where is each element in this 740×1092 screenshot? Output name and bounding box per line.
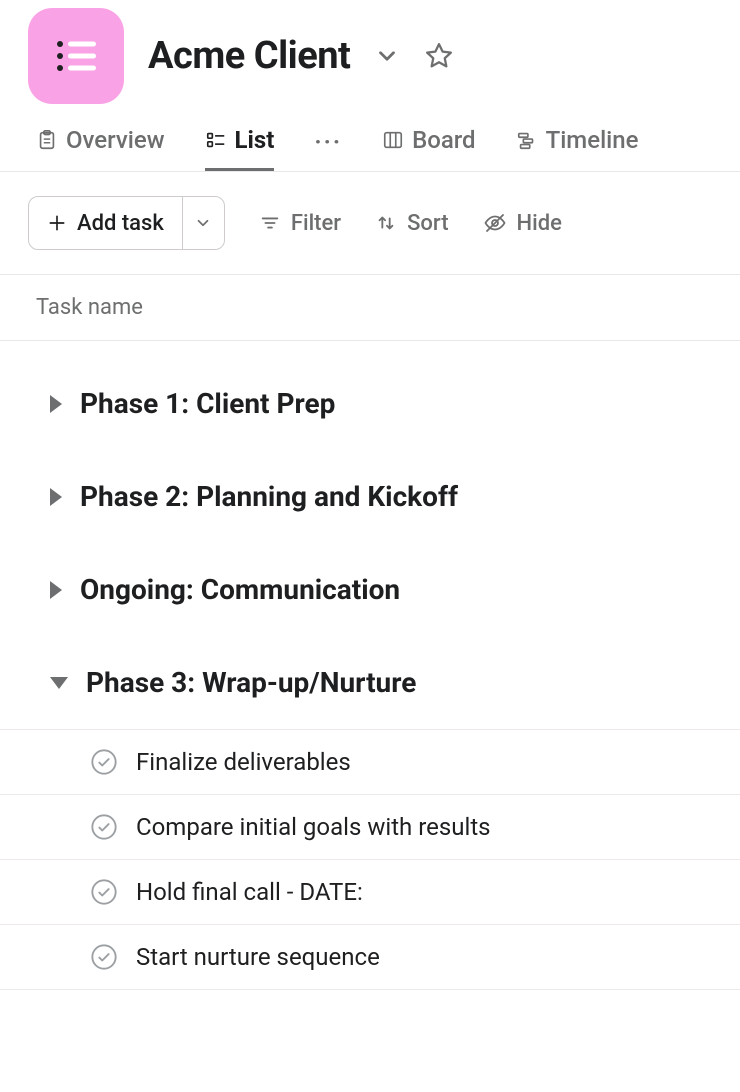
list-icon xyxy=(52,32,100,80)
star-icon xyxy=(424,41,454,71)
chevron-down-icon xyxy=(374,43,400,69)
filter-label: Filter xyxy=(291,211,341,236)
check-circle-icon[interactable] xyxy=(90,748,118,776)
section-header[interactable]: Ongoing: Communication xyxy=(0,543,740,636)
tab-list[interactable]: List xyxy=(205,126,275,171)
tab-label: Board xyxy=(412,126,476,154)
section-title: Phase 2: Planning and Kickoff xyxy=(80,480,458,513)
task-row[interactable]: Finalize deliverables xyxy=(0,729,740,794)
eye-off-icon xyxy=(483,211,507,235)
caret-right-icon xyxy=(50,488,62,506)
hide-button[interactable]: Hide xyxy=(483,211,562,236)
section-title: Ongoing: Communication xyxy=(80,573,400,606)
board-icon xyxy=(382,129,404,151)
tab-label: Overview xyxy=(66,126,165,154)
section-title: Phase 1: Client Prep xyxy=(80,387,335,420)
task-row[interactable]: Hold final call - DATE: xyxy=(0,859,740,924)
add-task-label: Add task xyxy=(77,211,164,236)
timeline-icon xyxy=(516,129,538,151)
project-title[interactable]: Acme Client xyxy=(148,34,350,78)
section-header[interactable]: Phase 2: Planning and Kickoff xyxy=(0,450,740,543)
project-menu-button[interactable] xyxy=(374,43,400,69)
tab-board[interactable]: Board xyxy=(382,126,476,171)
task-row[interactable]: Start nurture sequence xyxy=(0,924,740,990)
sort-icon xyxy=(375,212,397,234)
hide-label: Hide xyxy=(517,211,562,236)
task-row[interactable]: Compare initial goals with results xyxy=(0,794,740,859)
clipboard-icon xyxy=(36,129,58,151)
section-header[interactable]: Phase 1: Client Prep xyxy=(0,357,740,450)
task-name: Compare initial goals with results xyxy=(136,813,491,841)
check-circle-icon[interactable] xyxy=(90,813,118,841)
tab-overview[interactable]: Overview xyxy=(36,126,165,171)
tab-label: List xyxy=(235,126,275,154)
sort-button[interactable]: Sort xyxy=(375,211,448,236)
check-circle-icon[interactable] xyxy=(90,943,118,971)
list-view-icon xyxy=(205,129,227,151)
add-task-button[interactable]: Add task xyxy=(29,197,182,249)
chevron-down-icon xyxy=(194,214,212,232)
section-header[interactable]: Phase 3: Wrap-up/Nurture xyxy=(0,636,740,729)
column-header-task-name[interactable]: Task name xyxy=(0,274,740,341)
caret-right-icon xyxy=(50,395,62,413)
tab-more-button[interactable]: ··· xyxy=(314,128,342,170)
caret-down-icon xyxy=(50,677,68,689)
filter-icon xyxy=(259,212,281,234)
caret-right-icon xyxy=(50,581,62,599)
check-circle-icon[interactable] xyxy=(90,878,118,906)
section-title: Phase 3: Wrap-up/Nurture xyxy=(86,666,416,699)
plus-icon xyxy=(47,213,67,233)
task-name: Start nurture sequence xyxy=(136,943,380,971)
sort-label: Sort xyxy=(407,211,448,236)
task-name: Hold final call - DATE: xyxy=(136,878,363,906)
task-name: Finalize deliverables xyxy=(136,748,351,776)
project-icon[interactable] xyxy=(28,8,124,104)
favorite-button[interactable] xyxy=(424,41,454,71)
add-task-dropdown-button[interactable] xyxy=(182,197,224,249)
tab-timeline[interactable]: Timeline xyxy=(516,126,639,171)
filter-button[interactable]: Filter xyxy=(259,211,341,236)
tab-label: Timeline xyxy=(546,126,639,154)
